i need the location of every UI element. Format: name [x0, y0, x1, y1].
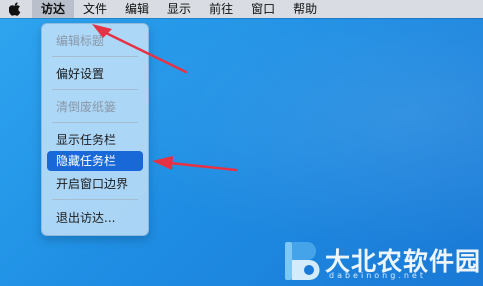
- arrow-to-finder-menu-icon: [92, 24, 188, 74]
- watermark-logo-icon: [285, 242, 320, 280]
- watermark-url: dabeinong.net: [329, 271, 426, 280]
- arrow-to-hide-taskbar-icon: [152, 156, 238, 172]
- watermark: 大北农软件园 dabeinong.net: [283, 236, 483, 286]
